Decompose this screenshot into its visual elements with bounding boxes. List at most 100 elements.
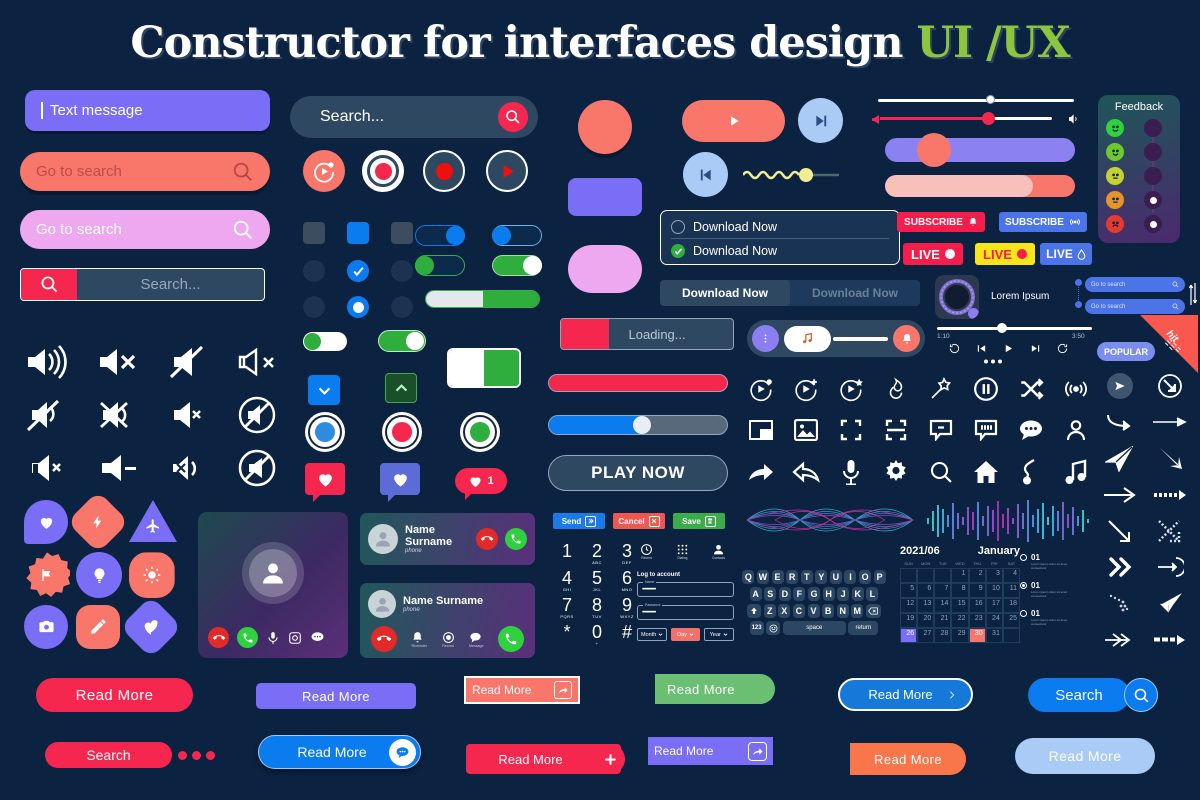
heart-badge-purple[interactable] <box>380 463 420 502</box>
search-input-coral[interactable]: Go to search <box>20 152 270 191</box>
badge-flag-burst[interactable] <box>26 552 70 597</box>
play-add-icon[interactable] <box>783 368 828 410</box>
key[interactable]: F <box>793 587 806 601</box>
key[interactable]: S <box>764 587 777 601</box>
curved-arrow-icon[interactable] <box>1095 404 1145 440</box>
search-submit-button[interactable] <box>21 269 77 300</box>
key[interactable]: W <box>756 570 769 584</box>
arrow-halftone-down-right-icon[interactable] <box>1145 513 1195 549</box>
search-blue-button[interactable]: Search <box>1028 678 1158 712</box>
microphone-icon[interactable] <box>828 451 873 493</box>
toggle-green-outline-off[interactable] <box>415 255 465 276</box>
picture-in-picture-icon[interactable] <box>738 410 783 452</box>
calendar-cell[interactable] <box>900 568 918 583</box>
select-day[interactable]: Day <box>671 628 700 641</box>
radio-selected[interactable] <box>1020 582 1027 589</box>
heart-badge-red[interactable] <box>305 463 345 502</box>
keypad-key[interactable]: * <box>552 623 582 650</box>
feedback-dot[interactable] <box>1144 167 1162 185</box>
calendar-cell[interactable]: 7 <box>934 583 952 598</box>
calendar-cell[interactable]: 31 <box>985 628 1003 643</box>
keypad-key[interactable]: 1 <box>552 542 582 569</box>
record-button-dark[interactable] <box>423 150 465 192</box>
volume-mute-x-icon[interactable] <box>82 335 152 388</box>
emoji-neutral[interactable] <box>1106 167 1124 185</box>
arrow-down-right-circle-icon[interactable] <box>1145 368 1195 404</box>
feedback-dot-selected[interactable] <box>1144 191 1162 209</box>
emoji-sad[interactable] <box>1106 191 1124 209</box>
search-input-pink[interactable]: Go to search <box>20 210 270 249</box>
space-key[interactable]: space <box>782 621 846 635</box>
gear-icon[interactable] <box>873 451 918 493</box>
emoji-very-sad[interactable] <box>1106 215 1124 233</box>
read-more-red-plus-button[interactable]: Read More <box>466 744 625 774</box>
key[interactable]: Z <box>763 604 776 618</box>
return-key[interactable]: return <box>848 621 879 635</box>
calendar-cell[interactable]: 15 <box>951 598 969 613</box>
key[interactable]: Y <box>815 570 828 584</box>
shift-key[interactable] <box>747 604 762 618</box>
send-button[interactable]: Send <box>553 513 605 529</box>
badge-heart-drop[interactable] <box>24 500 68 544</box>
mini-search-2[interactable]: Go to search <box>1085 299 1185 314</box>
chat-icon[interactable] <box>310 630 325 645</box>
volume-outline-x-icon[interactable] <box>222 335 292 388</box>
badge-pencil-squircle[interactable] <box>76 604 121 649</box>
calendar-cell-selected-red[interactable]: 30 <box>968 628 986 643</box>
scan-icon[interactable] <box>873 410 918 452</box>
key[interactable]: U <box>829 570 842 584</box>
volume-ban-icon[interactable] <box>222 442 292 495</box>
checklist-item[interactable]: 01 Lorem ipsum dolor sit amet consectetu… <box>1020 581 1100 598</box>
calendar-cell[interactable]: 16 <box>968 598 986 613</box>
replay-icon[interactable] <box>949 343 960 354</box>
notification-bell-button[interactable] <box>893 325 920 352</box>
play-button-dark[interactable] <box>486 150 528 192</box>
accept-call-button[interactable] <box>498 626 524 652</box>
calendar-cell[interactable]: 18 <box>1002 598 1020 613</box>
key[interactable]: L <box>866 587 879 601</box>
calendar-cell[interactable]: 22 <box>951 613 969 628</box>
radio-ring-green[interactable] <box>460 412 500 452</box>
read-more-coral-button[interactable]: Read More <box>464 676 580 704</box>
calendar-cell[interactable]: 29 <box>951 628 969 643</box>
radio-selected[interactable] <box>671 244 685 258</box>
play-icon[interactable] <box>1003 343 1014 354</box>
name-field[interactable]: Name •••••••••••• <box>637 580 734 597</box>
calendar-cell[interactable]: 2 <box>968 568 986 583</box>
radio-unchecked[interactable] <box>391 296 413 318</box>
calendar-cell[interactable]: 12 <box>900 598 918 613</box>
volume-blocked-circle-icon[interactable] <box>222 388 292 441</box>
chat-dots-icon[interactable] <box>1008 410 1053 452</box>
calendar-cell[interactable]: 10 <box>985 583 1003 598</box>
radio-unselected[interactable] <box>1020 554 1027 561</box>
heart-like-counter[interactable]: 1 <box>455 468 507 500</box>
key[interactable]: K <box>851 587 864 601</box>
checklist-item[interactable]: 01 Lorem ipsum dolor sit amet consectetu… <box>1020 609 1100 626</box>
slider-white-thin[interactable] <box>878 95 1074 105</box>
halftone-arrow-icon[interactable] <box>1095 586 1145 622</box>
calendar-cell[interactable]: 8 <box>951 583 969 598</box>
radio-ring-red[interactable] <box>382 412 422 452</box>
radio-unselected[interactable] <box>671 219 685 234</box>
skip-back-icon[interactable] <box>976 343 987 354</box>
double-arrow-outline-icon[interactable] <box>1095 622 1145 658</box>
feedback-dot[interactable] <box>1144 119 1162 137</box>
key[interactable]: B <box>822 604 835 618</box>
camera-icon[interactable] <box>288 631 302 645</box>
shuffle-icon[interactable] <box>1008 368 1053 410</box>
search-box-with-button[interactable]: Search... <box>20 268 265 301</box>
calendar-cell[interactable]: 9 <box>968 583 986 598</box>
menu-dots-button[interactable] <box>752 325 779 352</box>
radio-checked-tick[interactable] <box>347 260 369 282</box>
select-year[interactable]: Year <box>703 628 734 641</box>
accept-call-button[interactable] <box>505 528 527 550</box>
slider-red-volume[interactable] <box>872 112 1080 126</box>
live-button-yellow[interactable]: LIVE <box>975 243 1035 265</box>
badge-camera-circle[interactable] <box>24 604 68 649</box>
key[interactable]: I <box>844 570 857 584</box>
player-seekbar[interactable] <box>937 323 1092 333</box>
record-button-coral[interactable] <box>303 150 345 192</box>
fullscreen-icon[interactable] <box>828 410 873 452</box>
key[interactable]: C <box>792 604 805 618</box>
dashed-thick-arrow-icon[interactable] <box>1145 622 1195 658</box>
